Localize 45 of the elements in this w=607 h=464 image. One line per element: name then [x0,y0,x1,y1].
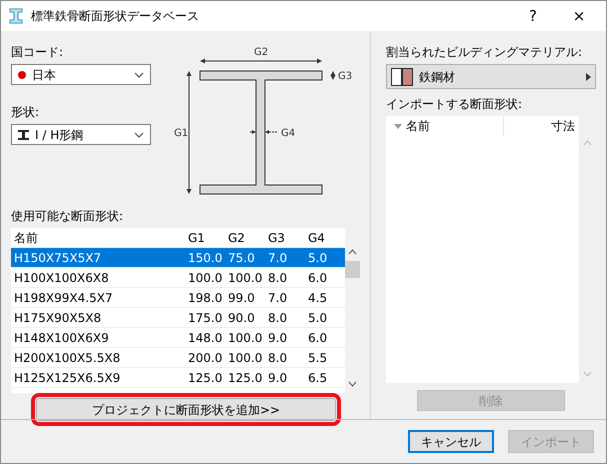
scroll-up-icon [583,140,592,146]
sort-icon [394,124,402,128]
material-button[interactable]: 鉄鋼材 [386,64,596,89]
dimension-line [330,71,336,80]
section-label: 割当られたビルディングマテリアル: [386,44,584,61]
table-row[interactable]: H198X99X4.5X7 198.0 99.0 7.0 4.5 [11,288,345,308]
scrollbar-thumb[interactable] [345,261,360,278]
window-title: 標準鉄骨断面形状データベース [31,8,200,25]
column-header[interactable]: G2 [225,228,265,246]
section-label: インポートする断面形状: [386,96,524,113]
dimension-label: G2 [254,47,268,58]
scroll-down-icon [348,381,357,387]
app-icon [9,8,23,24]
table-row[interactable]: H148X100X6X9 148.0 100.0 9.0 6.0 [11,328,345,348]
country-dropdown[interactable]: 日本 [11,64,151,85]
table-row[interactable]: H175X90X5X8 175.0 90.0 8.0 5.0 [11,308,345,328]
close-button[interactable]: × [556,1,602,31]
section-label: 使用可能な断面形状: [11,208,124,225]
column-header[interactable]: 寸法 [504,117,579,135]
chevron-down-icon [134,72,144,78]
material-swatch-icon [391,68,413,86]
help-button[interactable]: ? [510,1,556,31]
field-label: 形状: [11,104,40,121]
dimension-label: G3 [338,71,352,82]
dimension-label: G4 [281,128,296,139]
column-header[interactable]: G1 [185,228,225,246]
column-header[interactable]: 名前 [11,228,185,246]
scroll-down-icon [583,371,592,377]
i-beam-icon [18,130,29,140]
table-row[interactable]: H125X125X6.5X9 125.0 125.0 9.0 6.5 [11,368,345,388]
chevron-down-icon [134,132,144,138]
column-header[interactable]: G3 [265,228,305,246]
scroll-up-icon [348,249,357,255]
dimension-label: G1 [174,128,188,139]
table-row[interactable]: H150X75X5X7 150.0 75.0 7.0 5.0 [11,248,345,268]
shape-dropdown[interactable]: I / H形鋼 [11,124,151,145]
table-row[interactable]: H200X100X5.5X8 200.0 100.0 8.0 5.5 [11,348,345,368]
column-header[interactable]: 名前 [386,116,504,136]
dimension-line [250,130,278,134]
column-header[interactable]: G4 [305,228,345,246]
field-label: 国コード: [11,44,64,61]
table-row[interactable]: H100X100X6X8 100.0 100.0 8.0 6.0 [11,268,345,288]
dialog-button[interactable]: キャンセル [408,430,494,453]
flag-icon [18,70,26,78]
arrow-right-icon [586,72,591,80]
